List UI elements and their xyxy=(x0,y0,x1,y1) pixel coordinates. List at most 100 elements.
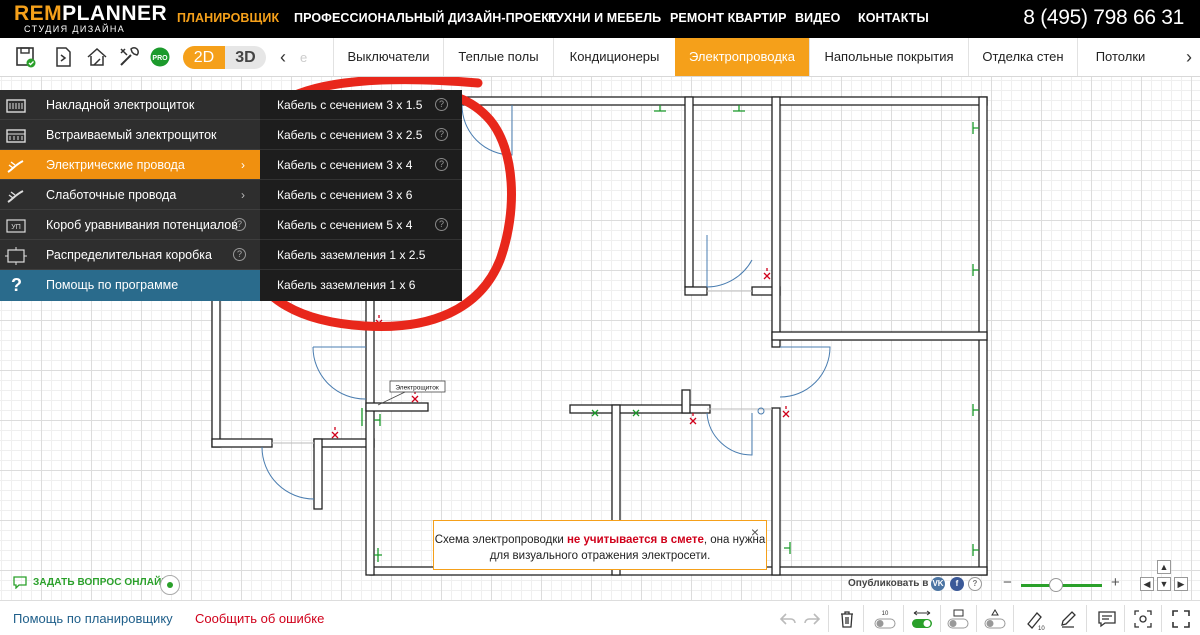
report-error-link[interactable]: Сообщить об ошибке xyxy=(195,611,324,626)
menu-item-label: Электрические провода xyxy=(46,158,185,172)
house-tools-icon[interactable] xyxy=(85,45,109,69)
tab-floor-coverings[interactable]: Напольные покрытия xyxy=(809,38,968,76)
tab-truncated-label[interactable]: е xyxy=(300,50,307,65)
dimensions-toggle-icon[interactable] xyxy=(910,609,934,629)
help-icon[interactable]: ? xyxy=(435,98,448,111)
pan-right-icon[interactable]: ▶ xyxy=(1174,577,1188,591)
remplanner-logo[interactable]: REMPLANNER СТУДИЯ ДИЗАЙНА xyxy=(14,2,167,35)
pro-badge-icon[interactable]: PRO xyxy=(150,47,170,67)
menu-item-flush-panel[interactable]: Встраиваемый электрощиток xyxy=(0,120,260,150)
submenu-arrow-icon: › xyxy=(241,188,245,202)
submenu-item-label: Кабель с сечением 3 х 1.5 xyxy=(277,98,423,112)
submenu-item-cable-5x4[interactable]: Кабель с сечением 5 х 4 ? xyxy=(260,210,462,240)
help-icon[interactable]: ? xyxy=(435,128,448,141)
menu-item-junction-box[interactable]: Распределительная коробка ? xyxy=(0,240,260,270)
share-help-icon[interactable]: ? xyxy=(968,577,982,591)
facebook-share-icon[interactable]: f xyxy=(950,577,964,591)
bottom-toolbar: Помощь по планировщику Сообщить об ошибк… xyxy=(0,600,1200,635)
top-navigation-bar: REMPLANNER СТУДИЯ ДИЗАЙНА ПЛАНИРОВЩИК ПР… xyxy=(0,0,1200,38)
help-icon[interactable]: ? xyxy=(233,248,246,261)
planner-help-link[interactable]: Помощь по планировщику xyxy=(13,611,173,626)
submenu-item-cable-3x6[interactable]: Кабель с сечением 3 х 6 xyxy=(260,180,462,210)
fullscreen-icon[interactable] xyxy=(1171,609,1191,629)
eraser-marker-icon[interactable]: 10 xyxy=(1022,609,1046,632)
menu-item-label: Короб уравнивания потенциалов xyxy=(46,218,238,232)
furniture-toggle-icon[interactable] xyxy=(946,609,970,629)
vk-share-icon[interactable]: VK xyxy=(931,577,945,591)
comment-icon[interactable] xyxy=(1097,609,1117,629)
tab-ceilings[interactable]: Потолки xyxy=(1077,38,1163,76)
menu-item-electric-wires[interactable]: Электрические провода › xyxy=(0,150,260,180)
tab-wall-finishing[interactable]: Отделка стен xyxy=(968,38,1077,76)
element-category-menu: Накладной электрощиток Встраиваемый элек… xyxy=(0,90,260,301)
online-status-icon[interactable] xyxy=(160,575,180,595)
menu-item-surface-panel[interactable]: Накладной электрощиток xyxy=(0,90,260,120)
zoom-in-button[interactable]: + xyxy=(1111,574,1120,591)
lighting-toggle-icon[interactable] xyxy=(983,609,1007,629)
tabs-scroll-right-icon[interactable]: › xyxy=(1186,47,1192,68)
export-file-icon[interactable] xyxy=(51,45,75,69)
ask-question-online-link[interactable]: ЗАДАТЬ ВОПРОС ОНЛАЙН xyxy=(33,577,169,588)
pan-up-icon[interactable]: ▲ xyxy=(1157,560,1171,574)
wire-icon xyxy=(5,156,27,174)
tab-switches[interactable]: Выключатели xyxy=(333,38,443,76)
save-icon[interactable] xyxy=(14,45,38,69)
redo-icon[interactable] xyxy=(802,609,822,629)
zoom-slider-knob[interactable] xyxy=(1048,578,1063,592)
chat-icon[interactable] xyxy=(12,575,28,592)
logo-rem: REM xyxy=(14,2,63,25)
equipotential-box-icon: УП xyxy=(5,216,27,234)
tab-wiring[interactable]: Электропроводка xyxy=(675,38,809,76)
notice-text-emphasis: не учитывается в смете xyxy=(566,534,704,546)
view-mode-toggle[interactable]: 2D 3D xyxy=(183,46,266,69)
help-icon[interactable]: ? xyxy=(435,158,448,171)
submenu-item-cable-3x1-5[interactable]: Кабель с сечением 3 х 1.5 ? xyxy=(260,90,462,120)
submenu-item-ground-1x6[interactable]: Кабель заземления 1 х 6 xyxy=(260,270,462,300)
mode-2d-button[interactable]: 2D xyxy=(183,46,225,69)
help-icon[interactable]: ? xyxy=(435,218,448,231)
menu-item-low-voltage-wires[interactable]: Слаботочные провода › xyxy=(0,180,260,210)
low-voltage-wire-icon xyxy=(5,186,27,204)
menu-item-label: Встраиваемый электрощиток xyxy=(46,128,217,142)
pencil-icon[interactable] xyxy=(1058,609,1078,629)
pan-down-icon[interactable]: ▼ xyxy=(1157,577,1171,591)
undo-icon[interactable] xyxy=(778,609,798,629)
submenu-item-label: Кабель заземления 1 х 6 xyxy=(277,278,416,292)
phone-number[interactable]: 8 (495) 798 66 31 xyxy=(1023,6,1184,30)
tabs-scroll-left-icon[interactable]: ‹ xyxy=(280,47,286,68)
pan-left-icon[interactable]: ◀ xyxy=(1140,577,1154,591)
electric-panel-label: Электрощиток xyxy=(395,385,438,392)
flush-panel-icon xyxy=(5,126,27,144)
tab-air-conditioners[interactable]: Кондиционеры xyxy=(553,38,675,76)
menu-item-equipotential-box[interactable]: УП Короб уравнивания потенциалов ? xyxy=(0,210,260,240)
submenu-item-label: Кабель с сечением 3 х 2.5 xyxy=(277,128,423,142)
nav-apartment-renovation[interactable]: РЕМОНТ КВАРТИР xyxy=(670,11,787,25)
menu-item-label: Помощь по программе xyxy=(46,278,179,292)
submenu-item-ground-1x2-5[interactable]: Кабель заземления 1 х 2.5 xyxy=(260,240,462,270)
close-icon[interactable]: × xyxy=(751,524,759,540)
screenshot-icon[interactable] xyxy=(1133,609,1153,629)
height-badge: 10 xyxy=(882,611,889,617)
zoom-out-button[interactable]: − xyxy=(1003,574,1012,591)
wall-height-toggle-icon[interactable]: 10 xyxy=(873,609,897,629)
mode-3d-button[interactable]: 3D xyxy=(225,46,266,69)
help-icon[interactable]: ? xyxy=(233,218,246,231)
svg-text:УП: УП xyxy=(11,224,20,231)
nav-planner[interactable]: ПЛАНИРОВЩИК xyxy=(177,11,279,25)
delete-icon[interactable] xyxy=(837,609,857,629)
submenu-item-label: Кабель заземления 1 х 2.5 xyxy=(277,248,426,262)
menu-item-program-help[interactable]: ? Помощь по программе xyxy=(0,270,260,301)
submenu-item-cable-3x2-5[interactable]: Кабель с сечением 3 х 2.5 ? xyxy=(260,120,462,150)
tab-warm-floors[interactable]: Теплые полы xyxy=(443,38,553,76)
nav-contacts[interactable]: КОНТАКТЫ xyxy=(858,11,929,25)
logo-subtitle: СТУДИЯ ДИЗАЙНА xyxy=(24,24,126,34)
tools-icon[interactable] xyxy=(117,45,141,69)
junction-box-icon xyxy=(5,246,27,265)
nav-video[interactable]: ВИДЕО xyxy=(795,11,840,25)
submenu-item-label: Кабель с сечением 5 х 4 xyxy=(277,218,413,232)
submenu-item-cable-3x4[interactable]: Кабель с сечением 3 х 4 ? xyxy=(260,150,462,180)
pro-badge-text: PRO xyxy=(152,55,168,62)
nav-design-project[interactable]: ПРОФЕССИОНАЛЬНЫЙ ДИЗАЙН-ПРОЕКТ xyxy=(294,11,557,25)
nav-kitchens-furniture[interactable]: КУХНИ И МЕБЕЛЬ xyxy=(548,11,661,25)
menu-item-label: Слаботочные провода xyxy=(46,188,177,202)
